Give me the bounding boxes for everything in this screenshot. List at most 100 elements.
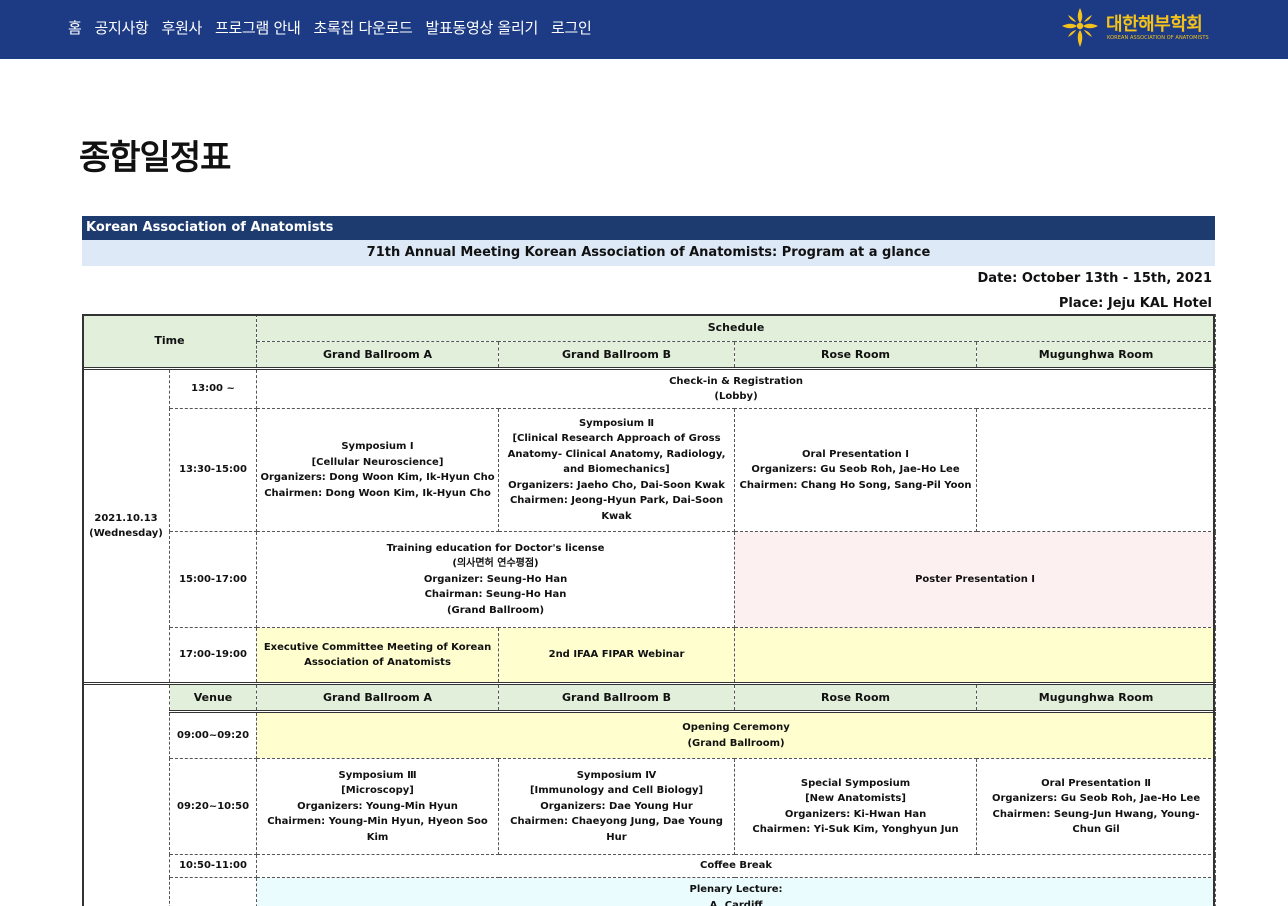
time-cell: 13:30-15:00 (168, 408, 258, 532)
time-cell: 15:00-17:00 (168, 531, 258, 628)
table-row: 17:00-19:00 Executive Committee Meeting … (83, 627, 1217, 684)
event-line: (의사면허 연수평점) (452, 558, 539, 570)
logo-korean-text: 대한해부학회 (1106, 14, 1203, 35)
time-cell: 13:00 ~ (168, 367, 258, 409)
event-line: Organizers: Jaeho Cho, Dai-Soon Kwak (508, 479, 725, 491)
nav-abstract-download[interactable]: 초록집 다운로드 (314, 17, 413, 38)
event-line: Chairmen: Jeong-Hyun Park, Dai-Soon Kwak (509, 495, 724, 522)
table-row: 09:20~10:50 Symposium Ⅲ [Microscopy] Org… (83, 758, 1217, 855)
event-line: Anatomy- Clinical Anatomy, Radiology, (507, 448, 726, 460)
event-line: Organizers: Gu Seob Roh, Jae-Ho Lee (751, 464, 960, 476)
nav-program[interactable]: 프로그램 안내 (215, 17, 301, 38)
event-line: Executive Committee Meeting of Korean (263, 641, 492, 653)
table-row: Plenary Lecture: A. Cardiff (83, 877, 1217, 906)
room-header-rose-room: Rose Room (734, 682, 978, 712)
day1-date: 2021.10.13 (94, 512, 158, 524)
association-logo[interactable]: 대한해부학회 KOREAN ASSOCIATION OF ANATOMISTS (1060, 6, 1220, 50)
event-line: [New Anatomists] (805, 793, 906, 804)
empty-cell (976, 408, 1217, 532)
event-symposium-3: Symposium Ⅲ [Microscopy] Organizers: You… (256, 758, 500, 855)
event-line: [Clinical Research Approach of Gross (512, 433, 721, 445)
event-line: Organizers: Gu Seob Roh, Jae-Ho Lee (991, 793, 1201, 804)
schedule-document: Korean Association of Anatomists 71th An… (82, 216, 1215, 316)
event-executive-committee: Executive Committee Meeting of Korean As… (256, 627, 500, 684)
event-line: [Cellular Neuroscience] (311, 456, 444, 468)
day1-date-cell: 2021.10.13 (Wednesday) (82, 367, 170, 684)
event-line: Check-in & Registration (669, 375, 803, 387)
nav-sponsors[interactable]: 후원사 (162, 17, 203, 38)
event-line: (Lobby) (714, 391, 758, 402)
event-line: Organizers: Ki-Hwan Han (784, 808, 927, 820)
room-header-rose-room: Rose Room (734, 341, 978, 369)
room-header-grand-ballroom-b: Grand Ballroom B (498, 341, 736, 369)
event-line: Organizers: Dae Young Hur (540, 800, 693, 812)
schedule-header: Schedule (256, 314, 1217, 342)
cross-flower-icon (1062, 8, 1098, 47)
doc-date: Date: October 13th - 15th, 2021 (977, 271, 1213, 286)
doc-place: Place: Jeju KAL Hotel (1058, 296, 1212, 311)
event-line: Symposium Ⅰ (341, 441, 414, 452)
event-line: (Grand Ballroom) (446, 604, 545, 616)
event-line: Chairmen: Dong Woon Kim, Ik-Hyun Cho (264, 487, 491, 499)
empty-cell (734, 627, 1217, 684)
room-header-mugunghwa-room: Mugunghwa Room (976, 341, 1217, 369)
room-header-mugunghwa-room: Mugunghwa Room (976, 682, 1217, 712)
event-line: (Grand Ballroom) (687, 737, 785, 749)
table-row: 09:00~09:20 Opening Ceremony (Grand Ball… (83, 710, 1217, 759)
venue-header: Venue (168, 682, 258, 712)
event-poster-presentation-1: Poster Presentation Ⅰ (734, 531, 1217, 628)
page-title: 종합일정표 (79, 138, 231, 178)
nav-notices[interactable]: 공지사항 (95, 17, 149, 38)
time-cell: 09:00~09:20 (168, 710, 258, 759)
event-line: Chairmen: Chaeyong Jung, Dae Young Hur (510, 816, 723, 843)
table-header-row: Time Schedule (81, 314, 1217, 369)
event-oral-presentation-1: Oral Presentation Ⅰ Organizers: Gu Seob … (734, 408, 978, 532)
event-training-education: Training education for Doctor's license … (256, 531, 736, 628)
nav-video-upload[interactable]: 발표동영상 올리기 (426, 17, 539, 38)
table-row: 2021.10.13 (Wednesday) 13:00 ~ Check-in … (82, 367, 1217, 684)
event-line: Oral Presentation Ⅰ (802, 448, 909, 460)
day2-date-cell (82, 682, 170, 906)
room-header-grand-ballroom-b: Grand Ballroom B (498, 682, 736, 712)
doc-org-banner: Korean Association of Anatomists (82, 216, 1215, 240)
logo-english-text: KOREAN ASSOCIATION OF ANATOMISTS (1107, 35, 1209, 41)
event-line: and Biomechanics] (563, 464, 670, 476)
event-line: Symposium Ⅲ (338, 769, 417, 781)
top-navbar: 홈 공지사항 후원사 프로그램 안내 초록집 다운로드 발표동영상 올리기 로그… (0, 0, 1288, 59)
event-coffee-break: Coffee Break (256, 854, 1217, 878)
schedule-table: Time Schedule Grand Ballroom A Grand Bal… (81, 314, 1217, 906)
venue-header-row: Venue Grand Ballroom A Grand Ballroom B … (82, 682, 1217, 906)
event-line: Organizers: Dong Woon Kim, Ik-Hyun Cho (260, 472, 495, 483)
event-line: A. Cardiff (709, 899, 763, 906)
event-line: Training education for Doctor's license (386, 542, 605, 554)
event-opening-ceremony: Opening Ceremony (Grand Ballroom) (256, 710, 1217, 759)
event-line: [Microscopy] (341, 785, 414, 797)
event-symposium-2: Symposium Ⅱ [Clinical Research Approach … (498, 408, 736, 532)
table-row: 13:30-15:00 Symposium Ⅰ [Cellular Neuros… (83, 408, 1217, 532)
room-header-grand-ballroom-a: Grand Ballroom A (256, 682, 500, 712)
main-nav: 홈 공지사항 후원사 프로그램 안내 초록집 다운로드 발표동영상 올리기 로그… (68, 17, 592, 38)
nav-login[interactable]: 로그인 (551, 17, 592, 38)
event-line: Opening Ceremony (682, 722, 790, 733)
time-cell (168, 877, 258, 906)
day1-weekday: (Wednesday) (89, 528, 163, 539)
event-registration: Check-in & Registration (Lobby) (256, 367, 1217, 409)
event-line: Oral Presentation Ⅱ (1041, 777, 1151, 789)
event-symposium-4: Symposium Ⅳ [Immunology and Cell Biology… (498, 758, 736, 855)
event-symposium-1: Symposium Ⅰ [Cellular Neuroscience] Orga… (256, 408, 500, 532)
event-line: Symposium Ⅳ (576, 769, 657, 781)
event-special-symposium: Special Symposium [New Anatomists] Organ… (734, 758, 978, 855)
nav-home[interactable]: 홈 (68, 17, 82, 38)
event-line: Organizer: Seung-Ho Han (423, 573, 568, 585)
event-line: Association of Anatomists (304, 657, 451, 668)
event-line: Chairman: Seung-Ho Han (424, 589, 567, 601)
table-row: 10:50-11:00 Coffee Break (83, 854, 1217, 878)
event-plenary-lecture: Plenary Lecture: A. Cardiff (256, 877, 1217, 906)
room-header-grand-ballroom-a: Grand Ballroom A (256, 341, 500, 369)
event-line: Special Symposium (800, 777, 911, 789)
event-oral-presentation-2: Oral Presentation Ⅱ Organizers: Gu Seob … (976, 758, 1217, 855)
time-header: Time (81, 314, 258, 369)
event-line: Chairmen: Chang Ho Song, Sang-Pil Yoon (739, 479, 972, 491)
event-line: Symposium Ⅱ (578, 417, 655, 429)
table-row: 15:00-17:00 Training education for Docto… (83, 531, 1217, 628)
